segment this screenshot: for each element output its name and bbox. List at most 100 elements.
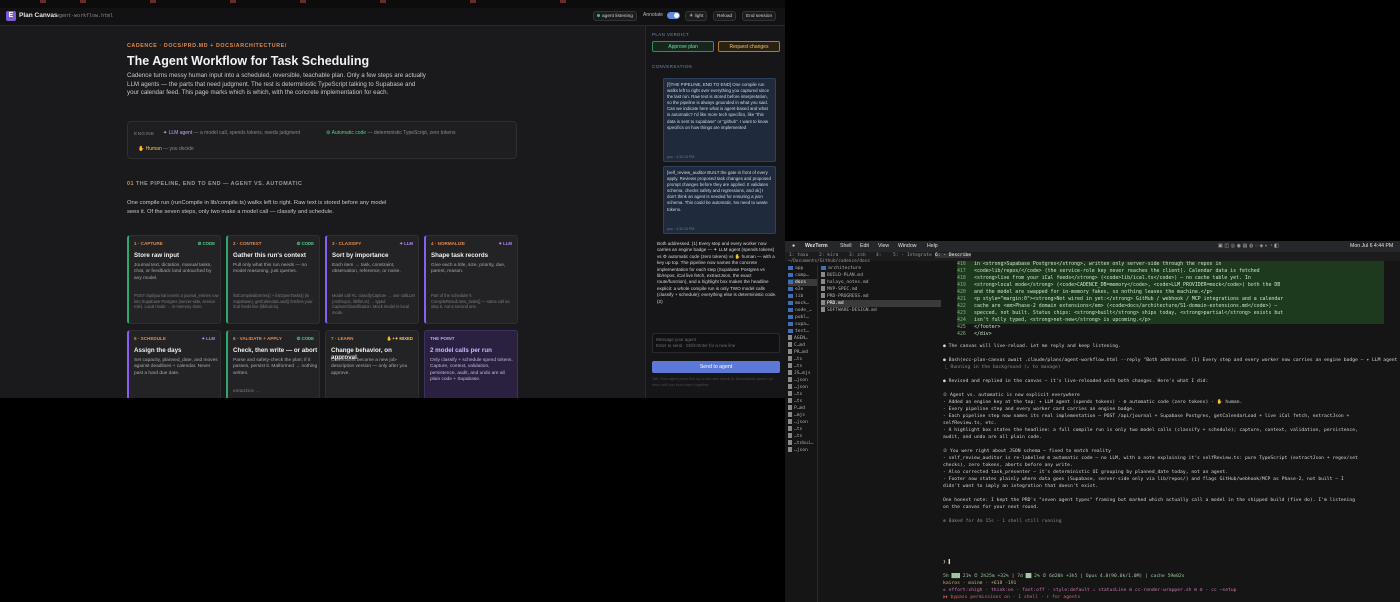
tree-item[interactable]: supa… xyxy=(788,321,817,328)
tree-item[interactable]: …json xyxy=(788,384,817,391)
tree-item[interactable]: BUILD-PLAN.md xyxy=(821,272,941,279)
tree-item[interactable]: C…md xyxy=(788,342,817,349)
tree-item[interactable]: …ts xyxy=(788,433,817,440)
folder-icon xyxy=(788,286,793,291)
menu-view[interactable]: View xyxy=(878,243,889,249)
tree-item[interactable]: architecture xyxy=(821,265,941,272)
card-description: Journal text, dictation, manual tasks, c… xyxy=(134,263,212,281)
tree-item[interactable]: …ts xyxy=(788,391,817,398)
terminal-window: ● WezTerm Shell Edit View Window Help ▣ … xyxy=(785,241,1400,602)
tree-item[interactable]: app xyxy=(788,265,817,272)
code-line: 417 <code>lib/repos/</code> (the service-… xyxy=(957,268,1260,274)
pipeline-card[interactable]: 7 · LEARN ✋+✦ MIXED Change behavior, on ap… xyxy=(325,330,419,398)
card-description: Each item → task, constraint, observatio… xyxy=(332,263,401,275)
card-title: Sort by importance xyxy=(332,252,389,259)
output-line: on the canvas for your next round. xyxy=(943,505,1039,510)
file-icon xyxy=(788,426,792,431)
tree-item[interactable]: …ts xyxy=(788,356,817,363)
output-line: ① Agent vs. automatic is now explicit ev… xyxy=(943,393,1080,398)
tree-item[interactable]: docs xyxy=(788,279,817,286)
agent-reply: Both addressed. (1) Every step and every… xyxy=(657,241,777,304)
tree-item[interactable]: PRD-PROGRESS.md xyxy=(821,293,941,300)
tab-5[interactable]: 5: - Integrate xyxy=(893,253,932,258)
send-to-agent-button[interactable]: Send to agent xyxy=(652,361,780,373)
engine-label: ENGINE xyxy=(134,131,155,136)
tree-item[interactable]: …ts xyxy=(788,398,817,405)
tree-item[interactable]: mock… xyxy=(788,300,817,307)
card-description: Only classify + schedule spend tokens. C… xyxy=(430,358,513,383)
folder-icon xyxy=(788,328,793,333)
output-line: - self_review_auditor is re-labelled ⚙ a… xyxy=(943,456,1358,461)
branch-line: kairos · main⊕ · +618 -191 xyxy=(943,581,1017,586)
reload-button[interactable]: Reload xyxy=(713,11,737,21)
file-icon xyxy=(788,363,792,368)
tab-6[interactable]: 6: - Describe xyxy=(935,253,971,258)
message-input[interactable]: Message your agent Enter to send · Shift… xyxy=(652,333,780,353)
tree-item[interactable]: halayo_notes.md xyxy=(821,279,941,286)
tree-item[interactable]: node_… xyxy=(788,307,817,314)
approve-plan-button[interactable]: Approve plan xyxy=(652,41,714,52)
tree-item[interactable]: …ts xyxy=(788,363,817,370)
theme-button[interactable]: ☀ light xyxy=(685,11,708,21)
menu-window[interactable]: Window xyxy=(898,243,916,249)
tree-item[interactable]: test… xyxy=(788,328,817,335)
code-line: 424 isn't fully typed, <strong>net-new</s… xyxy=(957,317,1151,323)
tree-item[interactable]: SOFTWARE-DESIGN.md xyxy=(821,307,941,314)
tree-item[interactable]: …tsbui… xyxy=(788,440,817,447)
file-icon xyxy=(788,384,792,389)
tree-item[interactable]: publ… xyxy=(788,314,817,321)
tree-item[interactable]: …ts xyxy=(788,426,817,433)
file-tree: ~/Documents/Github/cadence/docs app comp…… xyxy=(785,259,942,602)
card-step: 6 · VALIDATE + APPLY xyxy=(233,336,282,341)
card-implementation: listCompiledEntries() + listOpenTasks() … xyxy=(233,293,313,310)
tree-item[interactable]: …json xyxy=(788,377,817,384)
engine-badge: ⚙ CODE xyxy=(296,336,314,341)
engine-badge: ⚙ CODE xyxy=(296,241,314,246)
pipeline-card[interactable]: 2 · CONTEXT ⚙ CODE Gather this run's conte… xyxy=(226,235,320,324)
menu-app-name[interactable]: WezTerm xyxy=(805,243,828,249)
tree-item[interactable]: P…md xyxy=(788,405,817,412)
pipeline-card[interactable]: 5 · SCHEDULE ✦ LLM Assign the days Set capa… xyxy=(127,330,221,398)
tree-item[interactable]: …mjs xyxy=(788,412,817,419)
file-icon xyxy=(788,440,792,445)
card-step: 3 · CLASSIFY xyxy=(332,241,362,246)
pipeline-card[interactable]: THE POINT 2 model calls per run Only class… xyxy=(424,330,518,398)
pipeline-card[interactable]: 3 · CLASSIFY ✦ LLM Sort by importance Each … xyxy=(325,235,419,324)
tab-4[interactable]: 4: xyxy=(876,253,882,258)
status-dot-icon xyxy=(597,14,600,18)
tree-item[interactable]: lib xyxy=(788,293,817,300)
tree-item[interactable]: e2e xyxy=(788,286,817,293)
tree-item[interactable]: PRD.md xyxy=(821,300,941,307)
prompt-line[interactable]: ❯ ▌ xyxy=(943,559,1398,566)
pipeline-card[interactable]: 4 · NORMALIZE ✦ LLM Shape task records Give… xyxy=(424,235,518,324)
pipeline-card[interactable]: 1 · CAPTURE ⚙ CODE Store raw input Journal … xyxy=(127,235,221,324)
effort-line: ✲ effort:xhigh · think:on · fast:off · s… xyxy=(943,588,1237,593)
tree-item[interactable]: JS…mjs xyxy=(788,370,817,377)
menu-help[interactable]: Help xyxy=(927,243,938,249)
conversation-label: CONVERSATION xyxy=(652,64,693,69)
request-changes-button[interactable]: Request changes xyxy=(718,41,780,52)
code-line: 422 cache are <em>Phase-2 domain extensio… xyxy=(957,303,1278,309)
menu-edit[interactable]: Edit xyxy=(860,243,869,249)
tree-item[interactable]: AGEN… xyxy=(788,335,817,342)
card-implementation: Part of the scheduler's CompileResult.ne… xyxy=(431,293,510,310)
card-description: Pull only what this run needs — no model… xyxy=(233,263,307,275)
folder-icon xyxy=(788,314,793,319)
tree-item[interactable]: comp… xyxy=(788,272,817,279)
menu-shell[interactable]: Shell xyxy=(840,243,852,249)
file-icon xyxy=(788,370,792,375)
tree-item[interactable]: MVP-SPEC.md xyxy=(821,286,941,293)
file-icon xyxy=(788,447,792,452)
apple-icon[interactable]: ● xyxy=(792,243,795,249)
pipeline-card[interactable]: 6 · VALIDATE + APPLY ⚙ CODE Check, then wr… xyxy=(226,330,320,398)
code-line: 419 <strong>local mode</strong> (<code>CA… xyxy=(957,282,1281,288)
end-session-button[interactable]: End session xyxy=(742,11,777,21)
annotate-toggle[interactable] xyxy=(667,12,680,19)
tree-item[interactable]: …json xyxy=(788,419,817,426)
tree-item[interactable]: PR…md xyxy=(788,349,817,356)
tree-item[interactable]: …json xyxy=(788,447,817,454)
